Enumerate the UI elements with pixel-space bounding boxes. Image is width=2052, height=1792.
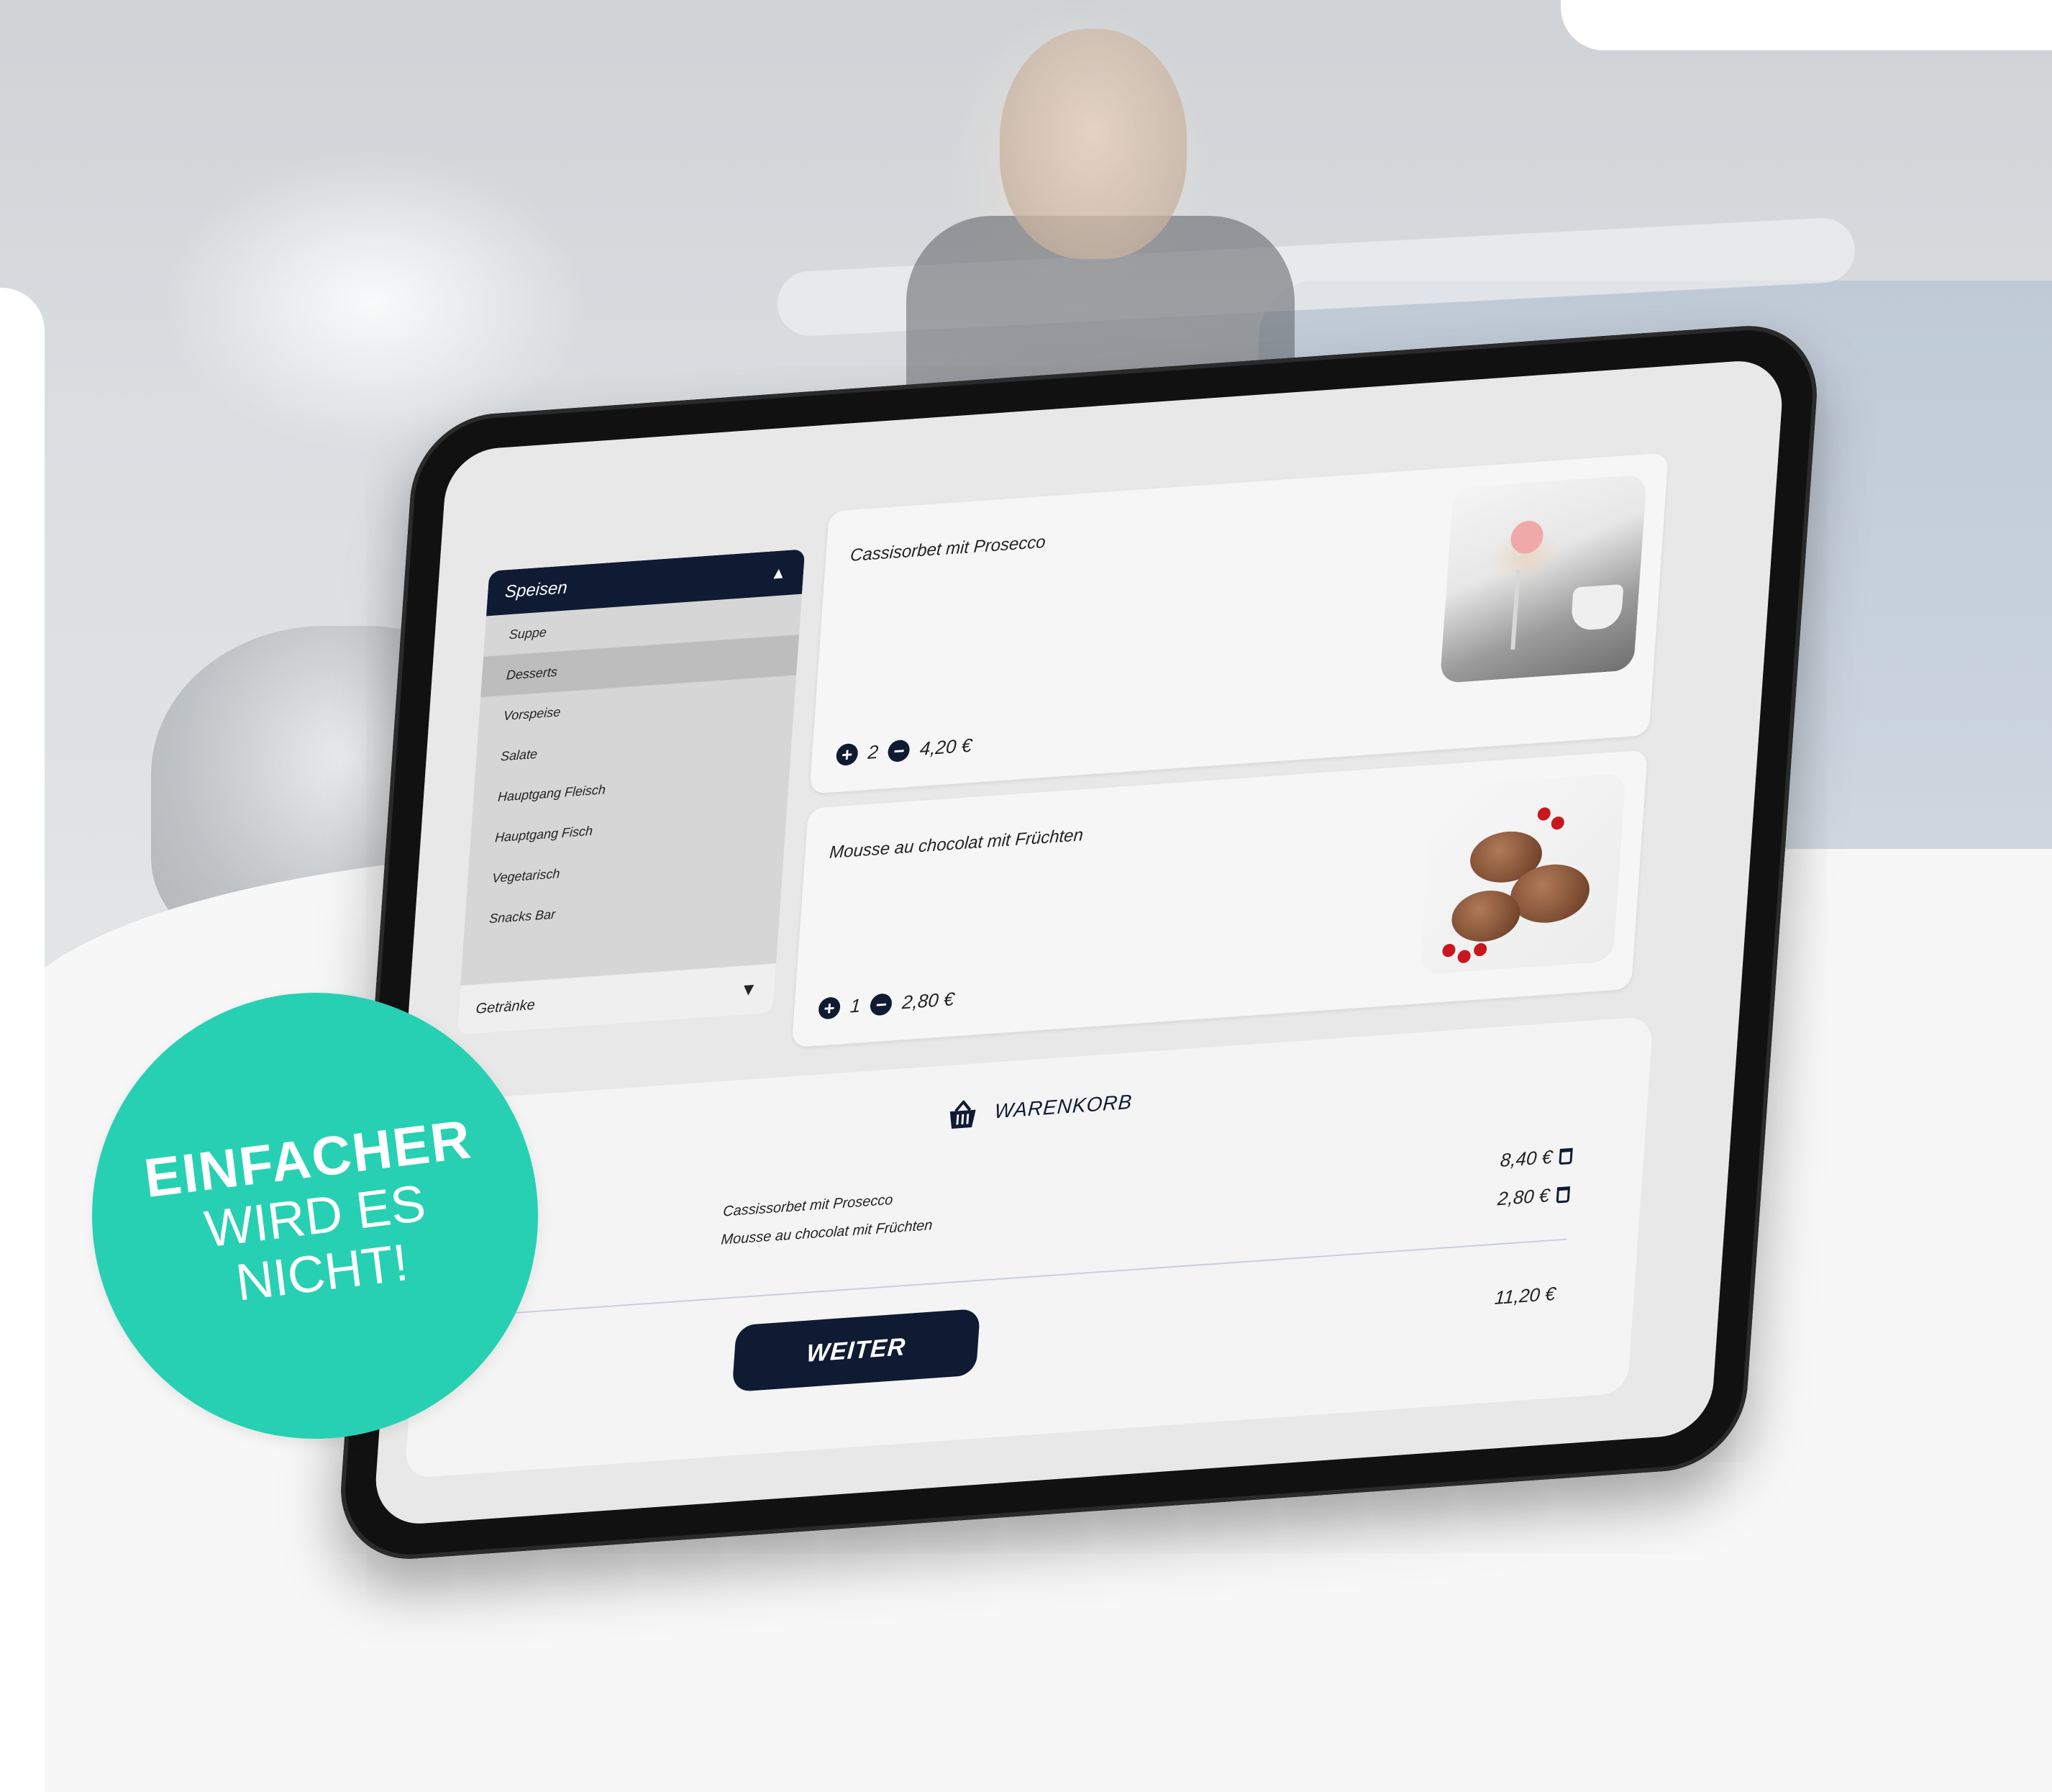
trash-icon[interactable] — [1556, 1186, 1571, 1204]
minus-icon[interactable]: − — [870, 992, 893, 1016]
menu-header-label: Speisen — [504, 578, 568, 602]
menu-footer-getraenke[interactable]: Getränke ▼ — [457, 963, 777, 1035]
cart-item-price: 2,80 € — [1497, 1184, 1551, 1210]
shopping-cart-panel: WARENKORB Cassissorbet mit Prosecco Mous… — [404, 1016, 1654, 1479]
menu-item-label: Vorspeise — [503, 704, 562, 723]
product-price: 2,80 € — [901, 988, 955, 1014]
menu-item-label: Snacks Bar — [488, 906, 556, 926]
cart-item-price-row: 8,40 € — [1500, 1145, 1573, 1172]
product-qty: 1 — [849, 994, 862, 1017]
tablet-device: Speisen ▲ Suppe Desserts Vorspeise Salat… — [335, 320, 1823, 1565]
mousse-image — [1419, 773, 1626, 975]
menu-item-label: Hauptgang Fisch — [494, 823, 593, 845]
menu-item-label: Salate — [500, 746, 538, 764]
cocktail-image — [1439, 474, 1648, 684]
plus-icon[interactable]: + — [835, 742, 859, 766]
menu-footer-label: Getränke — [475, 996, 536, 1017]
menu-item-label: Suppe — [509, 624, 547, 642]
plus-icon[interactable]: + — [818, 996, 842, 1020]
minus-icon[interactable]: − — [888, 739, 911, 763]
weiter-button[interactable]: WEITER — [731, 1308, 981, 1393]
menu-item-label: Desserts — [506, 664, 558, 683]
basket-icon — [949, 1099, 976, 1129]
cart-total: 11,20 € — [1494, 1282, 1556, 1309]
triangle-up-icon: ▲ — [770, 563, 788, 583]
cart-item-price-row: 2,80 € — [1497, 1183, 1571, 1210]
product-card[interactable]: Mousse au chocolat mit Früchten + 1 − 2,… — [791, 750, 1649, 1048]
product-qty: 2 — [867, 740, 880, 763]
cart-title: WARENKORB — [427, 1052, 1651, 1167]
tablet-scene: Speisen ▲ Suppe Desserts Vorspeise Salat… — [0, 0, 2052, 1792]
menu-item-label: Vegetarisch — [491, 865, 561, 886]
cart-prices-list: 8,40 € 2,80 € — [1496, 1145, 1574, 1227]
cart-title-text: WARENKORB — [993, 1090, 1134, 1123]
trash-icon[interactable] — [1559, 1147, 1573, 1165]
product-price: 4,20 € — [919, 734, 973, 760]
product-name: Mousse au chocolat mit Früchten — [829, 825, 1084, 863]
cart-divider — [437, 1238, 1567, 1319]
cart-item-name: Cassissorbet mit Prosecco — [722, 1191, 894, 1220]
category-menu: Speisen ▲ Suppe Desserts Vorspeise Salat… — [457, 549, 806, 1035]
cart-items-list: Cassissorbet mit Prosecco Mousse au choc… — [720, 1189, 935, 1260]
cart-item-name: Mousse au chocolat mit Früchten — [720, 1217, 934, 1248]
product-name: Cassisorbet mit Prosecco — [849, 532, 1046, 565]
quantity-row: + 2 − 4,20 € — [835, 734, 973, 766]
triangle-down-icon: ▼ — [739, 979, 758, 1001]
cart-item-price: 8,40 € — [1499, 1145, 1554, 1171]
quantity-row: + 1 − 2,80 € — [818, 988, 955, 1020]
menu-item-label: Hauptgang Fleisch — [497, 781, 606, 804]
tablet-screen: Speisen ▲ Suppe Desserts Vorspeise Salat… — [373, 358, 1785, 1527]
product-card[interactable]: Cassisorbet mit Prosecco + 2 − 4,20 € — [809, 452, 1669, 794]
